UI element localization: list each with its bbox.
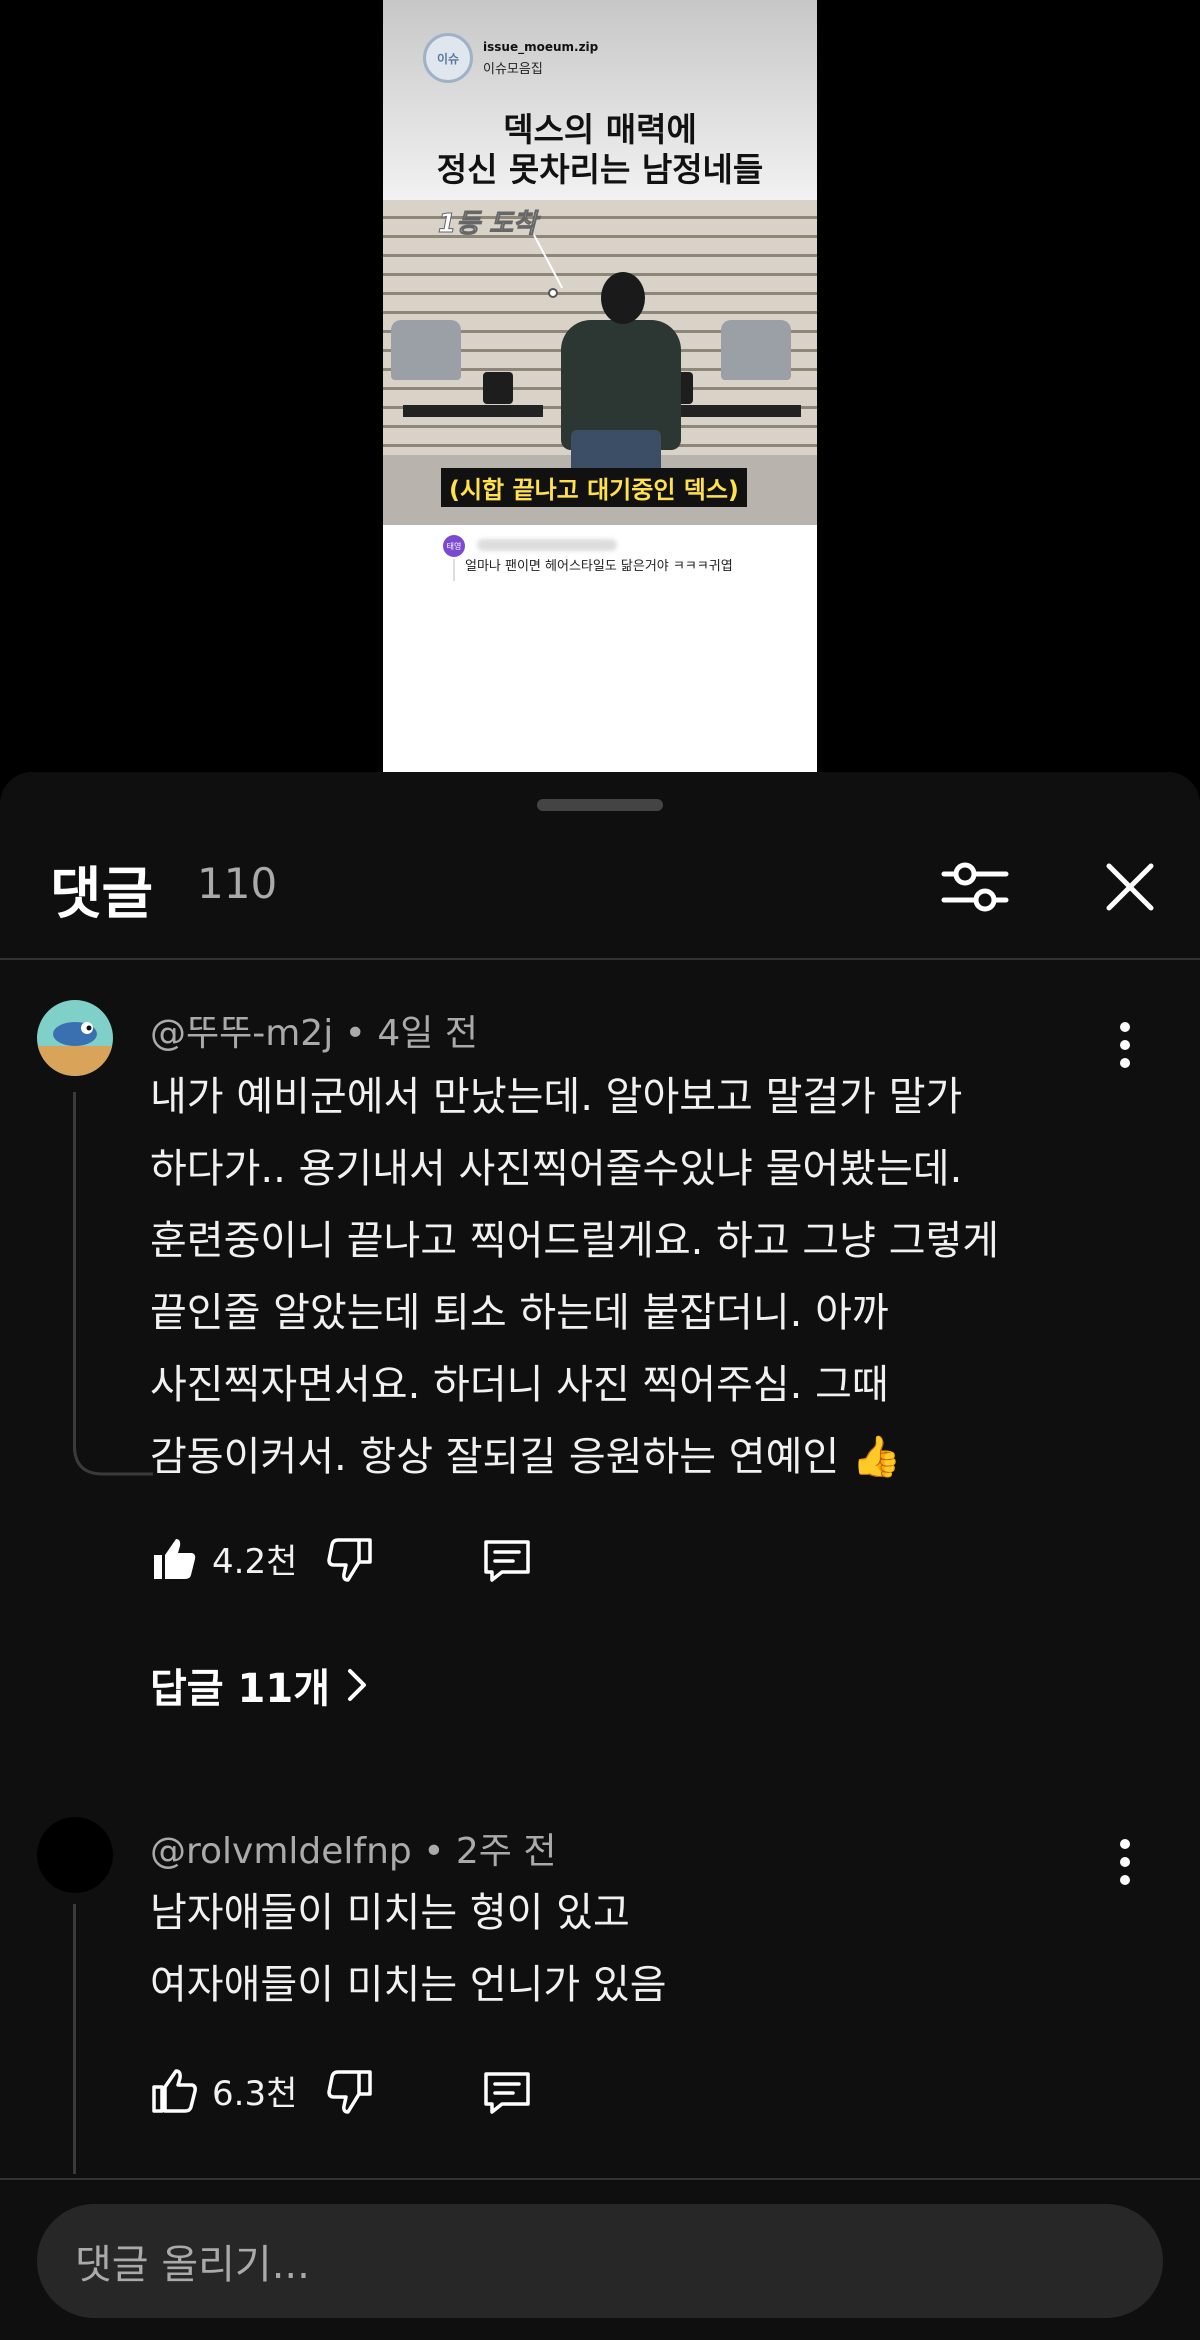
comment-input-bar: 댓글 올리기... bbox=[0, 2178, 1200, 2340]
comments-sheet: 댓글 110 @뚜뚜-m2j • 4일 전 내가 예비군에서 만났는데. 알아보… bbox=[0, 772, 1200, 2340]
reply-button[interactable] bbox=[482, 2068, 532, 2118]
thumbs-up-icon bbox=[152, 2068, 197, 2113]
snippet-avatar: 태영 bbox=[443, 535, 465, 557]
replies-label: 답글 11개 bbox=[150, 1666, 330, 1712]
comment-author[interactable]: @rolvmldelfnp bbox=[150, 1831, 412, 1872]
dislike-button[interactable] bbox=[326, 1536, 374, 1584]
comment-input-placeholder: 댓글 올리기... bbox=[75, 2242, 310, 2288]
comments-count: 110 bbox=[197, 859, 278, 908]
channel-name: 이슈모음집 bbox=[483, 62, 543, 77]
comment-text-line: 끝인줄 알았는데 퇴소 하는데 붙잡더니. 아까 bbox=[150, 1290, 889, 1336]
like-button[interactable]: 4.2천 bbox=[150, 1534, 297, 1583]
view-replies-button[interactable]: 답글 11개 bbox=[150, 1656, 368, 1714]
sheet-divider bbox=[0, 958, 1200, 960]
channel-handle: issue_moeum.zip bbox=[483, 40, 599, 54]
snippet-thread-line bbox=[453, 559, 455, 581]
thumbs-up-filled-icon bbox=[154, 1538, 196, 1579]
thread-line bbox=[73, 1092, 76, 1452]
avatar[interactable] bbox=[37, 1000, 113, 1076]
video-title: 덱스의 매력에 정신 못차리는 남정네들 bbox=[383, 110, 817, 190]
video-title-line-1: 덱스의 매력에 bbox=[503, 110, 697, 149]
more-options-icon[interactable] bbox=[1105, 1015, 1145, 1075]
snippet-text: 얼마나 팬이면 헤어스타일도 닮은거야 ㅋㅋㅋ귀엽 bbox=[465, 559, 733, 574]
filter-sliders-icon[interactable] bbox=[940, 852, 1010, 922]
video-player[interactable]: 이슈 issue_moeum.zip 이슈모음집 덱스의 매력에 정신 못차리는… bbox=[383, 0, 817, 772]
like-button[interactable]: 6.3천 bbox=[150, 2066, 297, 2115]
comment-bubble-icon bbox=[484, 1540, 530, 1582]
video-title-line-2: 정신 못차리는 남정네들 bbox=[436, 150, 764, 189]
channel-logo: 이슈 bbox=[423, 33, 473, 83]
comment-text-line: 사진찍자면서요. 하더니 사진 찍어주심. 그때 bbox=[150, 1362, 889, 1408]
comment-time[interactable]: 4일 전 bbox=[377, 1013, 478, 1054]
close-icon[interactable] bbox=[1095, 852, 1165, 922]
reply-button[interactable] bbox=[482, 1536, 532, 1586]
like-count: 4.2천 bbox=[212, 1542, 298, 1582]
comment-time[interactable]: 2주 전 bbox=[456, 1831, 557, 1872]
dislike-button[interactable] bbox=[326, 2068, 374, 2116]
comment-text-line: 감동이커서. 항상 잘되길 응원하는 연예인 👍 bbox=[150, 1434, 902, 1480]
comment-author-line: @뚜뚜-m2j • 4일 전 bbox=[150, 1004, 478, 1056]
chair bbox=[391, 320, 461, 380]
table bbox=[403, 405, 543, 417]
video-caption: (시합 끝나고 대기중인 덱스) bbox=[441, 468, 747, 507]
comment-text-line: 훈련중이니 끝나고 찍어드릴게요. 하고 그냥 그렇게 bbox=[150, 1218, 1000, 1264]
thumbs-down-icon bbox=[327, 1538, 372, 1582]
first-arrive-label: 1등 도착 bbox=[438, 209, 538, 240]
person-head bbox=[601, 272, 645, 324]
like-count: 6.3천 bbox=[212, 2074, 298, 2114]
comment-author-line: @rolvmldelfnp • 2주 전 bbox=[150, 1822, 557, 1874]
thread-curve bbox=[73, 1432, 153, 1476]
comment-bubble-icon bbox=[484, 2072, 530, 2114]
comment-text-line: 하다가.. 용기내서 사진찍어줄수있냐 물어봤는데. bbox=[150, 1146, 963, 1192]
pointer-dot bbox=[548, 288, 558, 298]
chair bbox=[721, 320, 791, 380]
bag-item bbox=[483, 372, 513, 404]
separator-dot: • bbox=[423, 1831, 456, 1872]
comment-text-line: 여자애들이 미치는 언니가 있음 bbox=[150, 1962, 667, 2008]
comment-text-line: 남자애들이 미치는 형이 있고 bbox=[150, 1890, 630, 1936]
thread-line bbox=[73, 1904, 76, 2174]
separator-dot: • bbox=[344, 1013, 378, 1054]
avatar[interactable] bbox=[37, 1817, 113, 1893]
drag-handle[interactable] bbox=[537, 799, 663, 811]
more-options-icon[interactable] bbox=[1105, 1832, 1145, 1892]
comment-text-line: 내가 예비군에서 만났는데. 알아보고 말걸가 말가 bbox=[150, 1074, 963, 1120]
blurred-username bbox=[477, 539, 617, 551]
chevron-right-icon bbox=[348, 1669, 366, 1701]
comment-input[interactable]: 댓글 올리기... bbox=[37, 2204, 1163, 2318]
thumbs-down-icon bbox=[327, 2070, 372, 2114]
comments-title: 댓글 bbox=[50, 862, 154, 927]
comment-author[interactable]: @뚜뚜-m2j bbox=[150, 1013, 333, 1054]
